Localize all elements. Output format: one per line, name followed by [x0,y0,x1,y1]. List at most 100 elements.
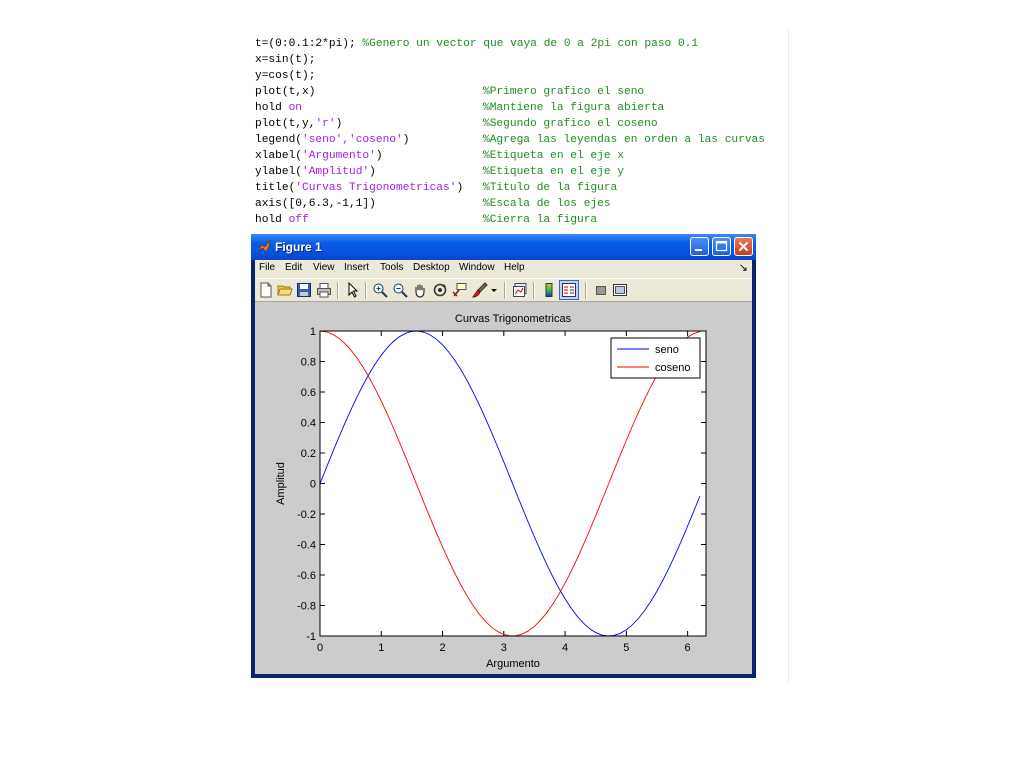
y-tick-label: 0.8 [301,357,316,369]
code-text: ) [335,118,343,130]
legend[interactable]: seno coseno [610,337,701,379]
figure-toolbar [255,278,752,302]
menu-tools[interactable]: Tools [380,262,403,273]
menu-window[interactable]: Window [459,262,495,273]
brush-icon[interactable] [472,282,488,298]
code-statement: plot(t,y,'r') [255,116,342,132]
code-string: 'r' [315,118,336,130]
code-line: x=sin(t); [255,52,815,68]
colorbar-icon[interactable] [541,282,557,298]
y-tick-label: 0.4 [301,418,316,430]
save-icon[interactable] [296,282,312,298]
code-text: legend( [255,134,302,146]
open-folder-icon[interactable] [277,282,293,298]
x-tick-label: 2 [439,642,445,654]
code-text: ) [369,166,376,178]
code-string: 'Argumento' [302,150,376,162]
code-comment: %Cierra la figura [483,214,598,226]
code-statement: xlabel('Argumento') [255,148,383,164]
code-line: xlabel('Argumento') %Etiqueta en el eje x [255,148,815,164]
legend-button-pressed[interactable] [559,280,579,300]
x-axis-label: Argumento [486,658,540,670]
chart-title: Curvas Trigonometricas [455,313,572,325]
code-listing: t=(0:0.1:2*pi); %Genero un vector que vay… [255,36,815,228]
menu-desktop[interactable]: Desktop [413,262,450,273]
code-comment: %Genero un vector que vaya de 0 a 2pi co… [362,38,699,50]
y-tick-label: -1 [306,631,316,643]
menu-insert[interactable]: Insert [344,262,369,273]
code-line: plot(t,x) %Primero grafico el seno [255,84,815,100]
menu-file[interactable]: File [259,262,275,273]
close-icon [738,241,749,252]
minimize-button[interactable] [690,237,709,256]
plot-area[interactable]: 0 1 2 3 4 5 6-1-0.8-0.6-0.4-0.200.20.40.60.81 … [255,302,752,674]
data-cursor-icon[interactable] [452,282,468,298]
code-text: y=cos(t); [255,70,316,82]
code-comment: %Primero grafico el seno [483,86,645,98]
menu-view[interactable]: View [313,262,335,273]
figure-window[interactable]: Figure 1 File Edit View Insert Tools Des… [251,234,756,678]
minimize-icon [695,249,702,251]
code-line: y=cos(t); [255,68,815,84]
code-comment: %Etiqueta en el eje y [483,166,624,178]
hide-plot-tools-icon[interactable] [593,282,609,298]
brush-dropdown-icon[interactable] [490,282,498,298]
code-text: ) [456,182,464,194]
legend-label-seno: seno [655,344,679,356]
code-text: xlabel( [255,150,302,162]
maximize-icon [715,240,728,252]
x-tick-label: 4 [562,642,568,654]
code-text: title( [255,182,296,194]
code-statement: axis([0,6.3,-1,1]) [255,196,376,212]
y-tick-label: -0.2 [297,509,316,521]
legend-label-coseno: coseno [655,362,690,374]
code-text: axis([0,6.3,-1,1]) [255,198,376,210]
edit-plot-arrow-icon[interactable] [345,282,361,298]
show-plot-tools-icon[interactable] [612,282,628,298]
code-text: ylabel( [255,166,302,178]
code-text: ) [402,134,410,146]
code-text: hold [255,102,289,114]
toolbar-separator [504,282,506,299]
code-statement: legend('seno','coseno') [255,132,409,148]
code-line: legend('seno','coseno') %Agrega las leyen… [255,132,815,148]
toolbar-separator [337,282,339,299]
code-statement: title('Curvas Trigonometricas') [255,180,463,196]
figure-canvas[interactable]: 0 1 2 3 4 5 6 -1 -0.8 -0.6 -0.4 -0.2 0 0.2 0.4 0.6 0.8 1 … [255,302,752,674]
pan-hand-icon[interactable] [412,282,428,298]
x-tick-label: 3 [501,642,507,654]
y-tick-label: -0.4 [297,540,316,552]
y-tick-label: 0.6 [301,387,316,399]
link-plot-icon[interactable] [512,282,528,298]
code-text: t=(0:0.1:2*pi); [255,38,356,50]
y-tick-label: 0.2 [301,448,316,460]
zoom-in-icon[interactable] [372,282,388,298]
maximize-button[interactable] [712,237,731,256]
code-line: title('Curvas Trigonometricas') %Titulo d… [255,180,815,196]
code-text: hold [255,214,289,226]
dock-arrow-icon[interactable]: ↘ [739,261,748,274]
code-line: axis([0,6.3,-1,1]) %Escala de los ejes [255,196,815,212]
code-keyword: on [288,102,303,114]
code-line: t=(0:0.1:2*pi); %Genero un vector que vay… [255,36,815,52]
legend-icon [562,283,576,297]
code-line: hold on %Mantiene la figura abierta [255,100,815,116]
menu-bar: File Edit View Insert Tools Desktop Wind… [255,260,752,278]
code-comment: %Agrega las leyendas en orden a las curv… [483,134,765,146]
print-icon[interactable] [316,282,332,298]
rotate-3d-icon[interactable] [432,282,448,298]
code-line: hold off %Cierra la figura [255,212,815,228]
code-line: plot(t,y,'r') %Segundo grafico el coseno [255,116,815,132]
code-statement: hold off [255,212,309,228]
menu-edit[interactable]: Edit [285,262,302,273]
code-line: ylabel('Amplitud') %Etiqueta en el eje y [255,164,815,180]
new-file-icon[interactable] [258,282,274,298]
zoom-out-icon[interactable] [392,282,408,298]
code-text: x=sin(t); [255,54,316,66]
code-comment: %Escala de los ejes [483,198,611,210]
close-button[interactable] [734,237,753,256]
toolbar-separator [365,282,367,299]
title-bar[interactable]: Figure 1 [251,234,756,260]
menu-help[interactable]: Help [504,262,525,273]
toolbar-separator [533,282,535,299]
